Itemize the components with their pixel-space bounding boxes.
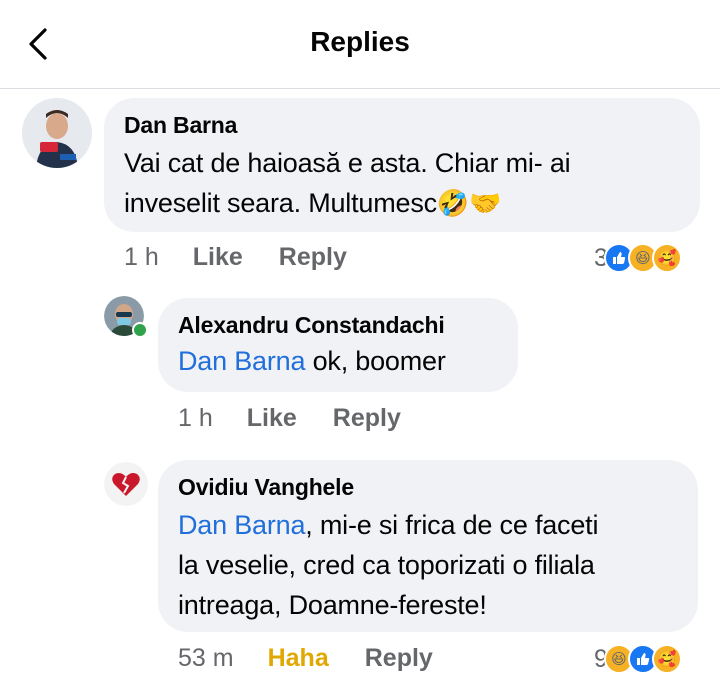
online-status-indicator — [132, 322, 148, 338]
avatar[interactable] — [22, 98, 92, 168]
comment-time: 53 m — [178, 644, 234, 672]
like-button[interactable]: Like — [193, 243, 243, 272]
comment-actions: 1 h Like Reply — [124, 243, 383, 272]
avatar[interactable] — [104, 462, 148, 506]
comment-text-line: Vai cat de haioasă e asta. Chiar mi- ai — [124, 148, 571, 178]
comment-text: Dan Barna ok, boomer — [178, 341, 498, 381]
comment-text-line: , mi-e si frica de ce faceti — [305, 510, 599, 540]
reaction-summary[interactable]: 3 😆 🥰 — [594, 243, 682, 273]
comment-text-line: inveselit seara. Multumesc — [124, 188, 437, 218]
reply-button[interactable]: Reply — [333, 404, 401, 433]
comment-text-line: la veselie, cred ca toporizati o filiala — [178, 550, 595, 580]
emoji-laughing-handshake: 🤣🤝 — [436, 188, 502, 218]
comment-bubble[interactable]: Dan Barna Vai cat de haioasă e asta. Chi… — [104, 98, 700, 232]
comment-time: 1 h — [124, 243, 159, 271]
comment-text: Dan Barna, mi-e si frica de ce faceti la… — [178, 505, 678, 625]
page-title: Replies — [310, 26, 410, 57]
comment-bubble[interactable]: Ovidiu Vanghele Dan Barna, mi-e si frica… — [158, 460, 698, 632]
mention-link[interactable]: Dan Barna — [178, 346, 305, 376]
reply-button[interactable]: Reply — [279, 243, 347, 272]
comment-actions: 1 h Like Reply — [178, 404, 437, 433]
reaction-summary[interactable]: 9 😆 🥰 — [594, 644, 682, 674]
comment-author[interactable]: Dan Barna — [124, 112, 680, 139]
haha-reaction-button[interactable]: Haha — [268, 644, 329, 673]
header-bar: Replies — [0, 0, 720, 89]
like-button[interactable]: Like — [247, 404, 297, 433]
comment-text-line: ok, boomer — [305, 346, 446, 376]
mention-link[interactable]: Dan Barna — [178, 510, 305, 540]
comment-actions: 53 m Haha Reply — [178, 644, 469, 673]
care-icon: 🥰 — [651, 243, 682, 273]
comment-author[interactable]: Ovidiu Vanghele — [178, 474, 678, 501]
comment-bubble[interactable]: Alexandru Constandachi Dan Barna ok, boo… — [158, 298, 518, 392]
comment-text-line: intreaga, Doamne-fereste! — [178, 590, 487, 620]
care-icon: 🥰 — [651, 644, 682, 674]
comment-time: 1 h — [178, 404, 213, 432]
reply-button[interactable]: Reply — [365, 644, 433, 673]
comment-text: Vai cat de haioasă e asta. Chiar mi- ai … — [124, 143, 680, 223]
comment-author[interactable]: Alexandru Constandachi — [178, 312, 498, 339]
